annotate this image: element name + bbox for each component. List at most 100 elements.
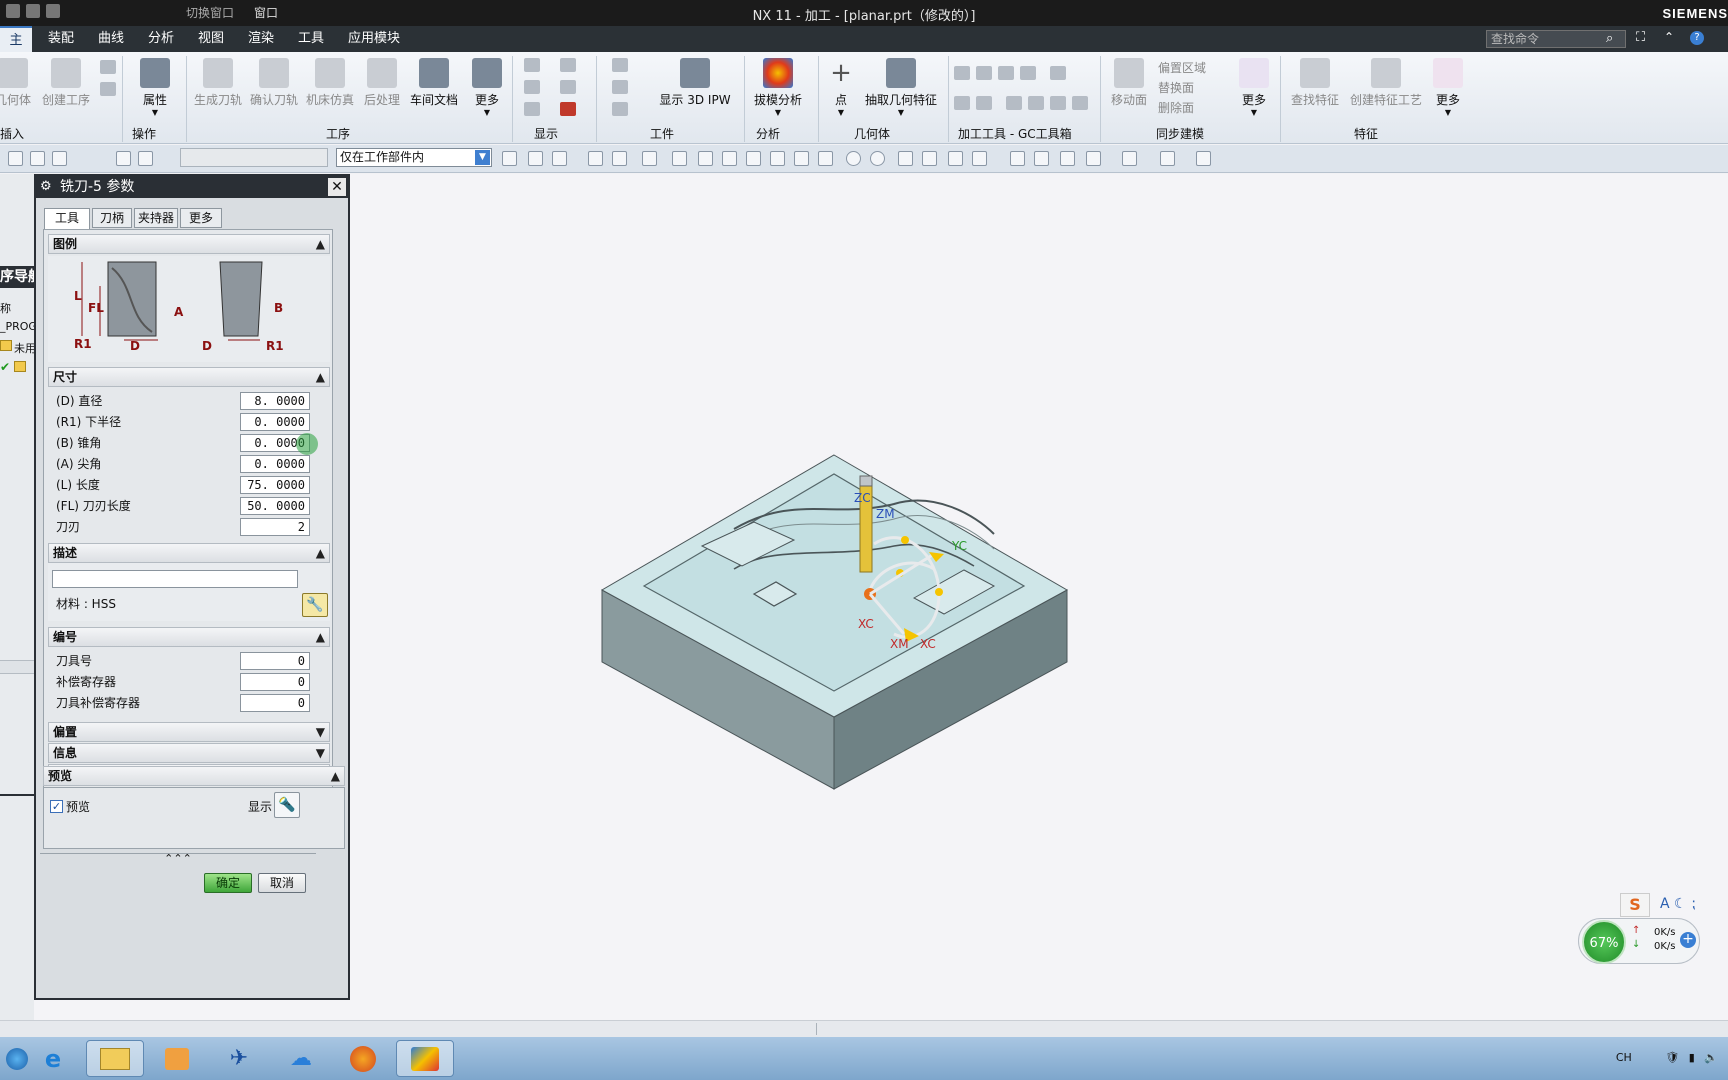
tab-analysis[interactable]: 分析 (140, 26, 182, 52)
postprocess-button[interactable]: 后处理 (360, 58, 404, 108)
delete-face-button[interactable]: 删除面 (1158, 98, 1206, 118)
description-input[interactable] (52, 570, 298, 588)
find-feature-button[interactable]: 查找特征 (1284, 58, 1346, 108)
small-tool-icon[interactable] (100, 60, 116, 74)
numbering-section-header[interactable]: 编号 ▲ (48, 627, 330, 647)
preview-section-header[interactable]: 预览 ▲ (43, 766, 345, 786)
filter-icon[interactable] (502, 151, 517, 166)
display-tool-icon[interactable] (524, 102, 540, 116)
flutes-input[interactable]: 2 (240, 518, 310, 536)
machine-sim-button[interactable]: 机床仿真 (304, 58, 356, 108)
line-icon[interactable] (746, 151, 761, 166)
select-icon[interactable] (8, 151, 23, 166)
taskbar-explorer[interactable] (86, 1040, 144, 1077)
preview-checkbox[interactable]: ✓ (50, 800, 63, 813)
gc-tool-icon[interactable] (976, 66, 992, 80)
lower-radius-input[interactable]: 0. 0000 (240, 413, 310, 431)
layer-icon[interactable] (1086, 151, 1101, 166)
tab-app-modules[interactable]: 应用模块 (340, 26, 408, 52)
box-select-icon[interactable] (642, 151, 657, 166)
taskbar-ie[interactable]: e (24, 1040, 82, 1077)
handle-dot[interactable] (901, 536, 909, 544)
taskbar-media[interactable] (148, 1040, 206, 1077)
create-feature-process-button[interactable]: 创建特征工艺 (1348, 58, 1424, 108)
tab-shank[interactable]: 刀柄 (92, 208, 132, 228)
dimensions-section-header[interactable]: 尺寸 ▲ (48, 367, 330, 387)
network-icon[interactable]: ▮ (1689, 1051, 1695, 1064)
more-operation-button[interactable]: 更多 ▼ (468, 58, 506, 117)
small-tool-icon[interactable] (100, 82, 116, 96)
tab-curve[interactable]: 曲线 (90, 26, 132, 52)
display-3d-ipw-button[interactable]: 显示 3D IPW (656, 58, 734, 108)
taskbar-firefox[interactable] (334, 1040, 392, 1077)
snap-point-icon[interactable] (722, 151, 737, 166)
offset-region-button[interactable]: 偏置区域 (1158, 58, 1206, 78)
selection-scope-dropdown[interactable]: 仅在工作部件内 ▼ (336, 148, 492, 167)
gc-tool-icon[interactable] (954, 96, 970, 110)
workpiece-tool-icon[interactable] (612, 58, 628, 72)
filter-icon[interactable] (612, 151, 627, 166)
description-section-header[interactable]: 描述 ▲ (48, 543, 330, 563)
snap-icon[interactable] (116, 151, 131, 166)
extract-geometry-button[interactable]: 抽取几何特征 ▼ (862, 58, 940, 117)
gc-tool-icon[interactable] (1072, 96, 1088, 110)
cancel-button[interactable]: 取消 (258, 873, 306, 893)
command-search-input[interactable]: 查找命令 (1486, 30, 1626, 48)
gc-tool-icon[interactable] (976, 96, 992, 110)
filter-icon[interactable] (552, 151, 567, 166)
gear-icon[interactable]: ⚙ (40, 180, 54, 194)
collapse-ribbon-icon[interactable]: ⌃ (1664, 30, 1674, 44)
flute-length-input[interactable]: 50. 0000 (240, 497, 310, 515)
language-indicator[interactable]: CH (1616, 1051, 1632, 1064)
info-section-header[interactable]: 信息 ▼ (48, 743, 330, 763)
gc-tool-icon[interactable] (1050, 96, 1066, 110)
fullscreen-icon[interactable]: ⛶ (1636, 30, 1645, 45)
cube-icon[interactable] (698, 151, 713, 166)
cube-icon[interactable] (672, 151, 687, 166)
gc-tool-icon[interactable] (1028, 96, 1044, 110)
material-wrench-button[interactable]: 🔧 (302, 593, 328, 617)
gc-tool-icon[interactable] (1050, 66, 1066, 80)
help-icon[interactable]: ? (1690, 31, 1704, 45)
diameter-input[interactable]: 8. 0000 (240, 392, 310, 410)
create-operation-button[interactable]: 创建工序 (40, 58, 92, 108)
display-tool-icon[interactable] (524, 80, 540, 94)
filter-icon[interactable] (588, 151, 603, 166)
gc-tool-icon[interactable] (998, 66, 1014, 80)
tip-angle-input[interactable]: 0. 0000 (240, 455, 310, 473)
ok-button[interactable]: 确定 (204, 873, 252, 893)
type-filter-dropdown[interactable] (180, 148, 328, 167)
handle-dot[interactable] (935, 588, 943, 596)
tool-number-input[interactable]: 0 (240, 652, 310, 670)
navigator-root[interactable]: _PROG (0, 320, 37, 333)
snap-icon[interactable] (948, 151, 963, 166)
volume-icon[interactable]: 🔈 (1704, 1051, 1718, 1064)
taskbar-baidu[interactable]: ☁ (272, 1040, 330, 1077)
shop-doc-button[interactable]: 车间文档 (406, 58, 462, 108)
tab-home[interactable]: 主页 (0, 26, 32, 74)
view-icon[interactable] (1034, 151, 1049, 166)
plus-icon[interactable]: + (1680, 932, 1696, 948)
workpiece-tool-icon[interactable] (612, 80, 628, 94)
more-sync-button[interactable]: 更多 ▼ (1236, 58, 1272, 117)
point-button[interactable]: + 点 ▼ (826, 58, 856, 117)
filter-icon[interactable] (1196, 151, 1211, 166)
collapse-dialog-button[interactable]: ⌃⌃⌃ (40, 853, 316, 865)
display-tool-icon[interactable] (524, 58, 540, 72)
refresh-icon[interactable] (1060, 151, 1075, 166)
circle-point-icon[interactable] (870, 151, 885, 166)
select-icon[interactable] (52, 151, 67, 166)
tab-tool[interactable]: 工具 (44, 208, 90, 230)
pencil-icon[interactable] (922, 151, 937, 166)
verify-path-button[interactable]: 确认刀轨 (248, 58, 300, 108)
cube-view-icon[interactable] (1160, 151, 1175, 166)
search-icon[interactable]: ⌕ (1606, 31, 1613, 46)
plus-point-icon[interactable] (898, 151, 913, 166)
intersection-icon[interactable] (818, 151, 833, 166)
gc-tool-icon[interactable] (1020, 66, 1036, 80)
taskbar-nx[interactable] (396, 1040, 454, 1077)
tab-view[interactable]: 视图 (190, 26, 232, 52)
tab-more[interactable]: 更多 (180, 208, 222, 228)
filter-icon[interactable] (528, 151, 543, 166)
workpiece-tool-icon[interactable] (612, 102, 628, 116)
